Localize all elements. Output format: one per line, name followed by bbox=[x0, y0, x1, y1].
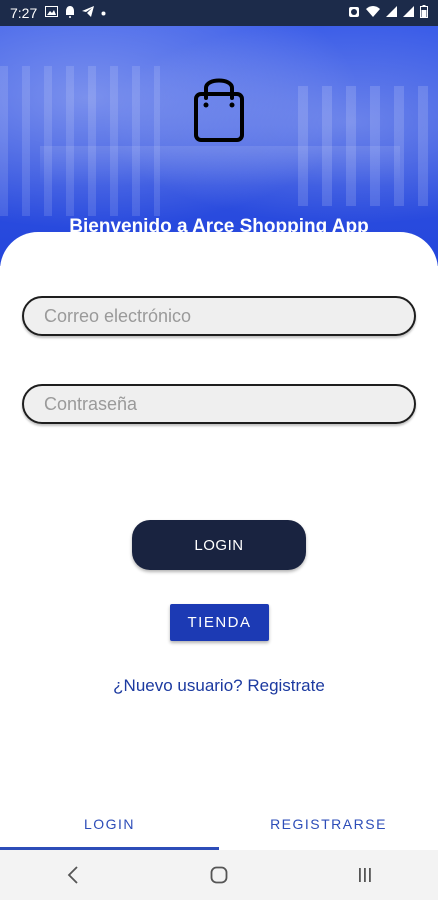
register-link[interactable]: ¿Nuevo usuario? Registrate bbox=[0, 676, 438, 696]
tab-registrarse[interactable]: REGISTRARSE bbox=[219, 810, 438, 850]
image-icon bbox=[45, 6, 59, 20]
status-right bbox=[348, 5, 428, 21]
hero-background-detail bbox=[0, 66, 160, 216]
wifi-icon bbox=[366, 6, 380, 20]
signal-icon bbox=[386, 6, 397, 20]
email-field[interactable] bbox=[22, 296, 416, 336]
telegram-icon bbox=[82, 6, 95, 20]
password-field[interactable] bbox=[22, 384, 416, 424]
bottom-tabs: LOGIN REGISTRARSE bbox=[0, 810, 438, 850]
hero-banner: Bienvenido a Arce Shopping App bbox=[0, 26, 438, 266]
hero-background-detail bbox=[40, 146, 400, 186]
store-button[interactable]: TIENDA bbox=[170, 604, 269, 641]
back-icon[interactable] bbox=[53, 855, 93, 895]
system-nav-bar bbox=[0, 850, 438, 900]
recents-icon[interactable] bbox=[345, 855, 385, 895]
alarm-icon bbox=[348, 6, 360, 21]
status-bar: 7:27 bbox=[0, 0, 438, 26]
notification-icon bbox=[65, 5, 75, 21]
login-card: LOGIN TIENDA ¿Nuevo usuario? Registrate bbox=[0, 232, 438, 852]
home-icon[interactable] bbox=[199, 855, 239, 895]
status-time: 7:27 bbox=[10, 5, 38, 21]
login-button[interactable]: LOGIN bbox=[132, 520, 306, 570]
tab-login[interactable]: LOGIN bbox=[0, 810, 219, 850]
dot-icon bbox=[101, 7, 106, 19]
signal-icon bbox=[403, 6, 414, 20]
shopping-bag-icon bbox=[188, 72, 250, 144]
battery-icon bbox=[420, 5, 428, 21]
